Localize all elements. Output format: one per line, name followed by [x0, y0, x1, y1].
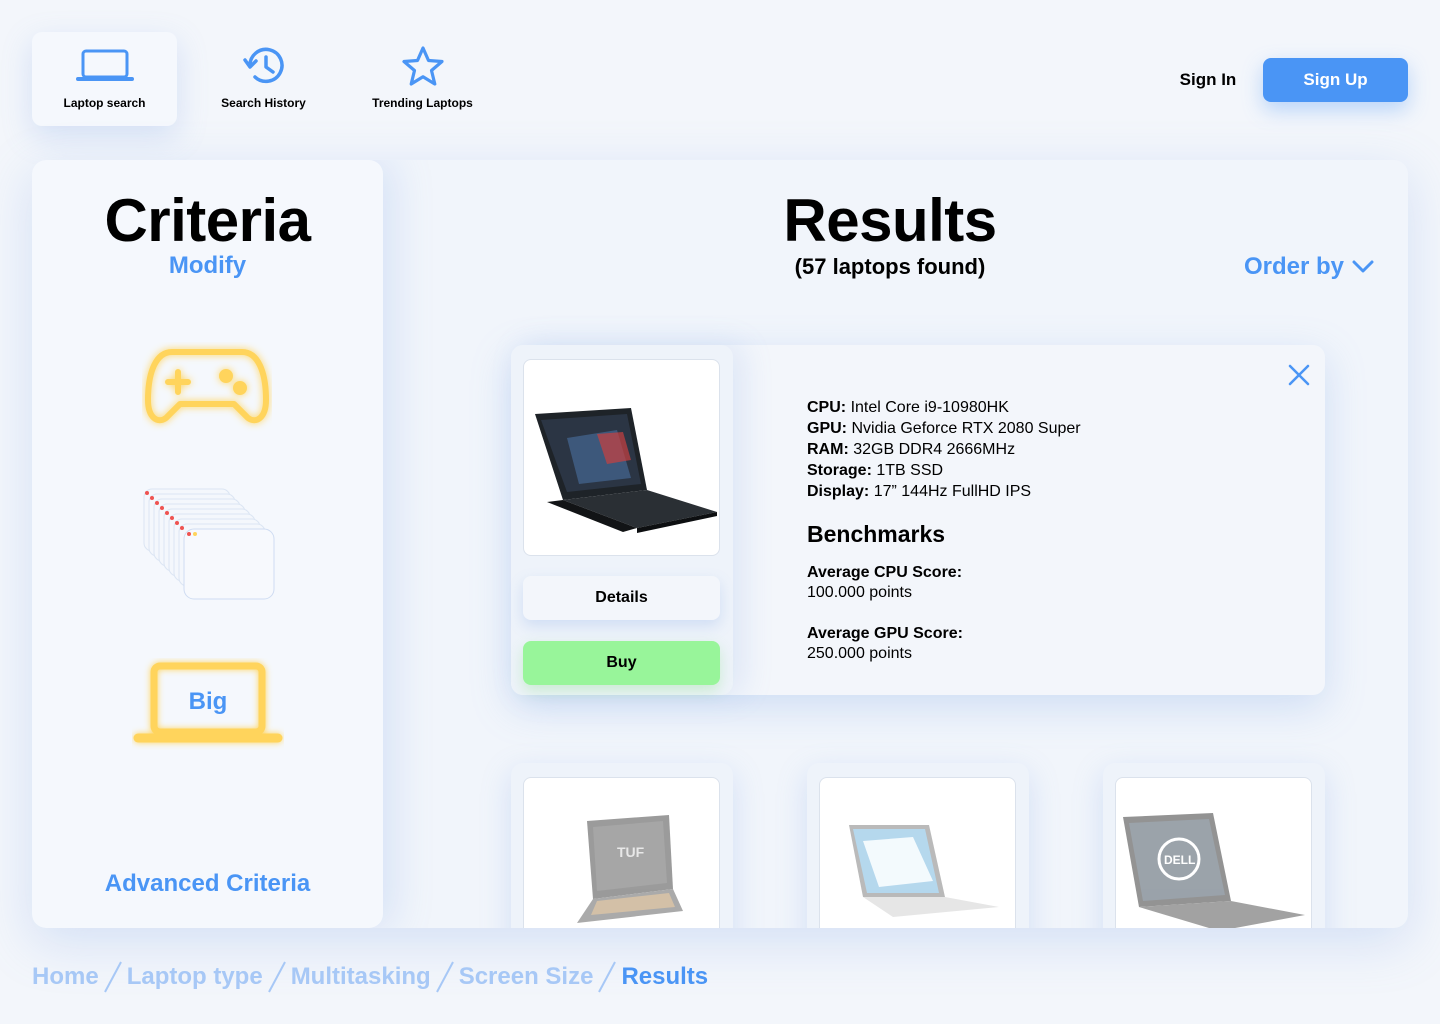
- spec-ram: RAM: 32GB DDR4 2666MHz: [807, 441, 1016, 458]
- spec-gpu: GPU: Nvidia Geforce RTX 2080 Super: [807, 420, 1081, 437]
- nav-search-history[interactable]: Search History: [191, 32, 336, 126]
- sign-in-link[interactable]: Sign In: [1166, 58, 1250, 102]
- close-icon[interactable]: [1287, 363, 1311, 387]
- history-icon: [242, 44, 286, 88]
- nav-label: Trending Laptops: [372, 96, 473, 110]
- benchmarks-heading: Benchmarks: [807, 521, 946, 547]
- breadcrumb-separator: [435, 961, 454, 993]
- result-card-expanded: Details Buy CPU: Intel Core i9-10980HK G…: [511, 345, 1325, 695]
- breadcrumb-separator: [598, 961, 617, 993]
- nav-label: Laptop search: [63, 96, 146, 110]
- spec-display: Display: 17” 144Hz FullHD IPS: [807, 483, 1032, 500]
- breadcrumb-home[interactable]: Home: [32, 963, 99, 991]
- result-card-actions: Details Buy: [511, 345, 733, 695]
- modify-link[interactable]: Modify: [32, 252, 383, 280]
- dell-laptop-image: DELL: [1115, 777, 1312, 928]
- criteria-panel: Criteria Modify Big Advanced Criteria: [32, 160, 383, 928]
- top-nav: Laptop search Search History Trending La…: [32, 32, 509, 126]
- nav-laptop-search[interactable]: Laptop search: [32, 32, 177, 126]
- svg-text:DELL: DELL: [1164, 853, 1195, 867]
- buy-button[interactable]: Buy: [523, 641, 720, 685]
- screen-size-label: Big: [188, 688, 228, 715]
- gamepad-icon: [142, 342, 272, 432]
- benchmark-gpu: Average GPU Score: 250.000 points: [807, 625, 963, 662]
- laptop-image[interactable]: [523, 359, 720, 556]
- star-icon: [401, 44, 445, 88]
- nav-trending-laptops[interactable]: Trending Laptops: [350, 32, 495, 126]
- breadcrumb-multitasking[interactable]: Multitasking: [291, 963, 431, 991]
- breadcrumb-laptop-type[interactable]: Laptop type: [127, 963, 263, 991]
- details-button[interactable]: Details: [523, 576, 720, 620]
- windows-stack-icon: [138, 485, 278, 605]
- asus-tuf-laptop-image: TUF: [523, 777, 720, 928]
- breadcrumb: Home Laptop type Multitasking Screen Siz…: [32, 960, 708, 994]
- advanced-criteria-link[interactable]: Advanced Criteria: [32, 870, 383, 898]
- breadcrumb-separator: [267, 961, 286, 993]
- order-by-label: Order by: [1244, 253, 1345, 280]
- spec-cpu: CPU: Intel Core i9-10980HK: [807, 399, 1009, 416]
- result-card[interactable]: TUF: [511, 763, 733, 928]
- breadcrumb-results: Results: [621, 963, 709, 990]
- chevron-down-icon: [1352, 260, 1374, 273]
- sign-up-button[interactable]: Sign Up: [1263, 58, 1408, 102]
- breadcrumb-separator: [103, 961, 122, 993]
- result-card[interactable]: [807, 763, 1029, 928]
- laptop-icon: [75, 44, 134, 88]
- breadcrumb-screen-size[interactable]: Screen Size: [459, 963, 594, 991]
- dell-xps-laptop-image: [819, 777, 1016, 928]
- spec-list: CPU: Intel Core i9-10980HK GPU: Nvidia G…: [807, 397, 1081, 502]
- results-title: Results: [783, 187, 997, 254]
- svg-text:TUF: TUF: [617, 844, 645, 860]
- spec-storage: Storage: 1TB SSD: [807, 462, 944, 479]
- order-by-dropdown[interactable]: Order by: [1244, 253, 1374, 281]
- benchmark-cpu: Average CPU Score: 100.000 points: [807, 564, 963, 601]
- nav-label: Search History: [221, 96, 306, 110]
- criteria-title: Criteria: [104, 187, 311, 254]
- main-panel: Criteria Modify Big Advanced Criteria Re…: [32, 160, 1408, 928]
- result-card[interactable]: DELL: [1103, 763, 1325, 928]
